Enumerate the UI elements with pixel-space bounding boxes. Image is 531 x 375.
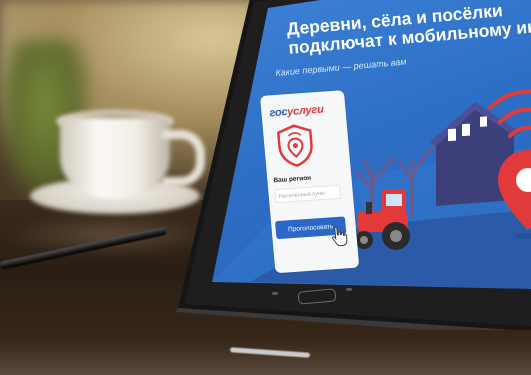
tablet-recent-key[interactable] xyxy=(346,288,352,291)
tablet-device: Деревни, сёла и посёлки подключат к моби… xyxy=(150,0,531,330)
settlement-input[interactable]: Населённый пункт xyxy=(274,184,342,204)
region-label: Ваш регион xyxy=(273,174,312,185)
gosuslugi-logo: госуслуги xyxy=(269,104,324,120)
logo-gos: гос xyxy=(269,106,288,120)
desk-edge xyxy=(0,340,531,375)
logo-uslugi: услуги xyxy=(286,103,325,119)
photo-scene: Деревни, сёла и посёлки подключат к моби… xyxy=(0,0,531,375)
tablet-back-key[interactable] xyxy=(272,292,278,295)
hand-pointer-icon xyxy=(332,226,348,247)
wifi-pin-shield-icon xyxy=(276,124,313,167)
gosuslugi-card: госуслуги Ваш регион Населённый пункт Пр… xyxy=(260,90,360,274)
